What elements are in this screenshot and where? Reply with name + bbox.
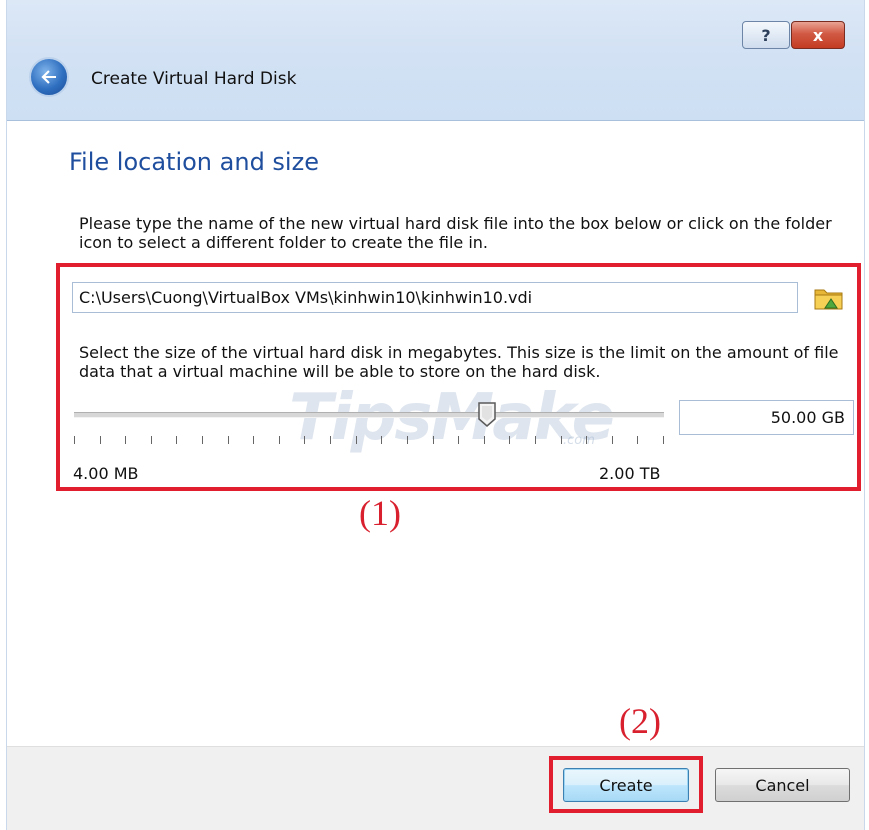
- close-button[interactable]: x: [791, 21, 845, 49]
- highlight-box-1: [56, 263, 861, 491]
- wizard-window: ? x Create Virtual Hard Disk File locati…: [6, 0, 865, 830]
- help-button[interactable]: ?: [742, 21, 790, 49]
- back-button[interactable]: [29, 57, 69, 97]
- close-icon: x: [812, 25, 824, 45]
- annotation-label-1: (1): [359, 493, 401, 533]
- title-bar: ? x Create Virtual Hard Disk: [7, 0, 864, 121]
- help-icon: ?: [761, 25, 771, 45]
- page-heading: File location and size: [69, 148, 319, 176]
- back-arrow-icon: [41, 70, 56, 84]
- wizard-title: Create Virtual Hard Disk: [91, 69, 297, 89]
- button-bar: Create Cancel: [7, 746, 864, 830]
- wizard-content: File location and size Please type the n…: [7, 121, 864, 746]
- annotation-label-2: (2): [619, 701, 661, 741]
- cancel-button-label: Cancel: [755, 775, 810, 795]
- highlight-box-2: [549, 756, 703, 813]
- location-description: Please type the name of the new virtual …: [79, 214, 832, 252]
- cancel-button[interactable]: Cancel: [715, 768, 850, 802]
